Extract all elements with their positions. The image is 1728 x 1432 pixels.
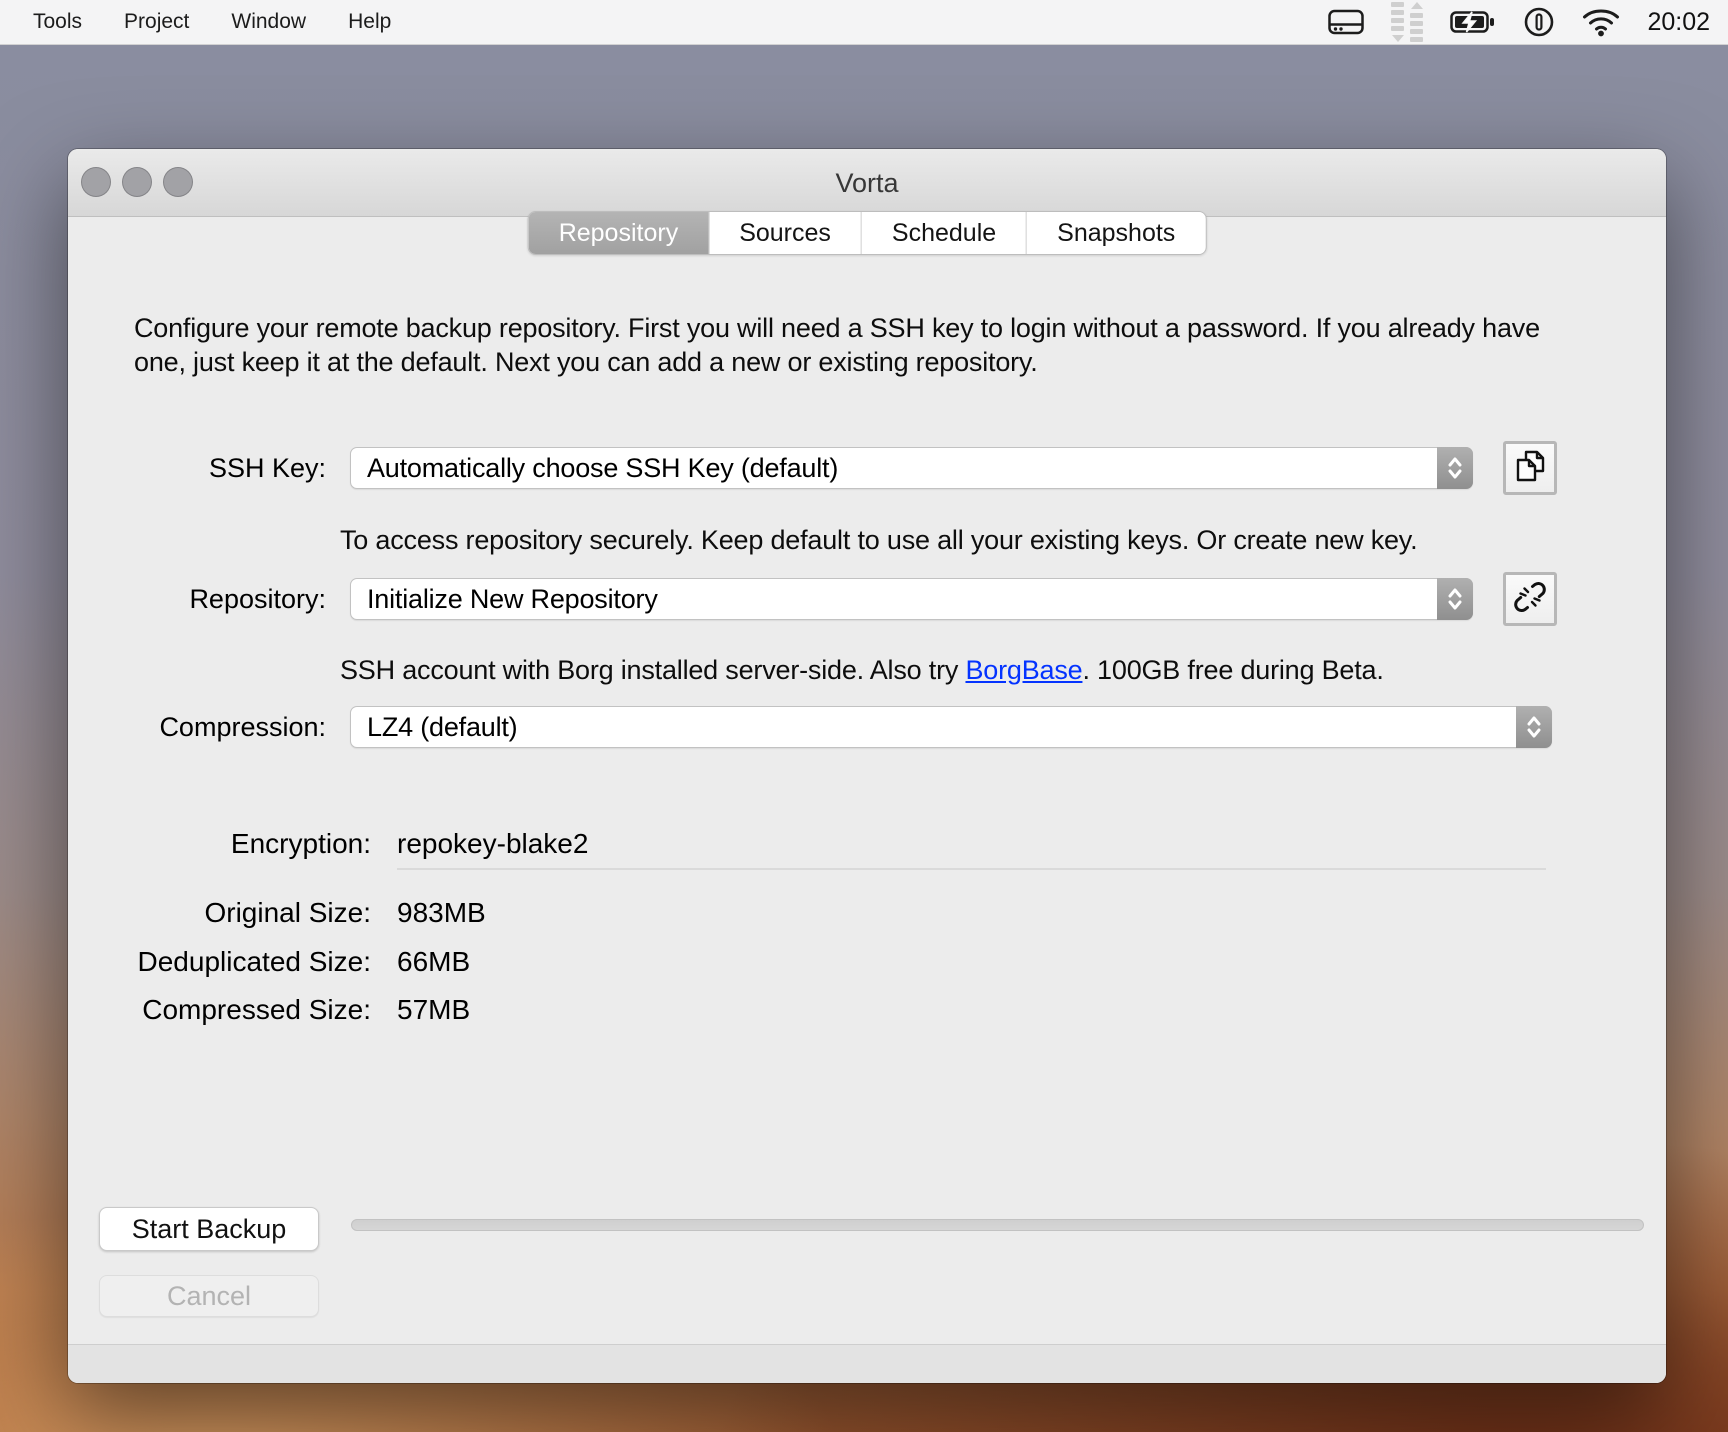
description-line-2: one, just keep it at the default. Next y…: [134, 345, 1540, 379]
menu-bar: Tools Project Window Help: [0, 0, 1728, 45]
stacks-left-column: [1391, 2, 1404, 42]
tab-repository[interactable]: Repository: [529, 212, 710, 254]
info-divider: [397, 868, 1546, 870]
original-size-label: Original Size:: [68, 897, 371, 929]
unlink-repository-button[interactable]: [1503, 572, 1557, 626]
window-footer: [68, 1344, 1666, 1383]
chevron-up-down-icon: [1437, 578, 1473, 620]
stacks-icon[interactable]: [1391, 2, 1423, 42]
menu-item-window[interactable]: Window: [210, 0, 327, 44]
battery-charging-icon[interactable]: [1450, 9, 1496, 35]
borgbase-link[interactable]: BorgBase: [965, 655, 1082, 685]
repository-label: Repository:: [68, 578, 326, 620]
description-line-1: Configure your remote backup repository.…: [134, 311, 1540, 345]
backup-progress-bar: [351, 1219, 1644, 1231]
menu-item-help[interactable]: Help: [327, 0, 412, 44]
compression-label: Compression:: [68, 706, 326, 748]
window-title: Vorta: [268, 149, 1466, 217]
tab-snapshots[interactable]: Snapshots: [1027, 212, 1205, 254]
start-backup-button[interactable]: Start Backup: [99, 1207, 319, 1251]
chevron-up-down-icon: [1516, 706, 1552, 748]
ssh-key-help-text: To access repository securely. Keep defa…: [340, 525, 1417, 556]
encryption-value: repokey-blake2: [397, 828, 588, 860]
zoom-button[interactable]: [163, 167, 193, 197]
repository-selected-value: Initialize New Repository: [367, 579, 1428, 619]
menu-item-tools[interactable]: Tools: [12, 0, 103, 44]
repository-help-prefix: SSH account with Borg installed server-s…: [340, 655, 965, 685]
repository-select[interactable]: Initialize New Repository: [350, 578, 1473, 620]
menu-items: Tools Project Window Help: [0, 0, 412, 44]
copy-icon: [1513, 449, 1547, 488]
compression-select[interactable]: LZ4 (default): [350, 706, 1552, 748]
wifi-icon[interactable]: [1582, 7, 1620, 37]
compression-selected-value: LZ4 (default): [367, 707, 1507, 747]
stacks-right-column: [1410, 2, 1423, 42]
compressed-size-value: 57MB: [397, 994, 470, 1026]
repository-help-text: SSH account with Borg installed server-s…: [340, 655, 1384, 686]
deduplicated-size-label: Deduplicated Size:: [68, 946, 371, 978]
power-icon[interactable]: [1523, 6, 1555, 38]
window-titlebar[interactable]: Vorta: [68, 149, 1666, 217]
tab-sources[interactable]: Sources: [709, 212, 862, 254]
menu-status-area: 20:02: [1328, 2, 1728, 42]
vorta-window: Vorta Repository Sources Schedule Snapsh…: [68, 149, 1666, 1383]
ssh-key-selected-value: Automatically choose SSH Key (default): [367, 448, 1428, 488]
desktop: Tools Project Window Help: [0, 0, 1728, 1432]
deduplicated-size-value: 66MB: [397, 946, 470, 978]
copy-ssh-key-button[interactable]: [1503, 441, 1557, 495]
menu-item-project[interactable]: Project: [103, 0, 210, 44]
ssh-key-label: SSH Key:: [68, 447, 326, 489]
tab-schedule[interactable]: Schedule: [862, 212, 1027, 254]
chevron-up-down-icon: [1437, 447, 1473, 489]
menu-clock[interactable]: 20:02: [1647, 8, 1710, 37]
tab-bar: Repository Sources Schedule Snapshots: [528, 211, 1207, 255]
minimize-button[interactable]: [122, 167, 152, 197]
cancel-button[interactable]: Cancel: [99, 1275, 319, 1317]
ssh-key-select[interactable]: Automatically choose SSH Key (default): [350, 447, 1473, 489]
external-drive-icon[interactable]: [1328, 9, 1364, 35]
traffic-lights: [81, 167, 193, 197]
repository-help-suffix: . 100GB free during Beta.: [1082, 655, 1383, 685]
compressed-size-label: Compressed Size:: [68, 994, 371, 1026]
unlink-icon: [1513, 580, 1547, 619]
encryption-label: Encryption:: [68, 828, 371, 860]
description-text: Configure your remote backup repository.…: [134, 311, 1540, 379]
close-button[interactable]: [81, 167, 111, 197]
original-size-value: 983MB: [397, 897, 486, 929]
